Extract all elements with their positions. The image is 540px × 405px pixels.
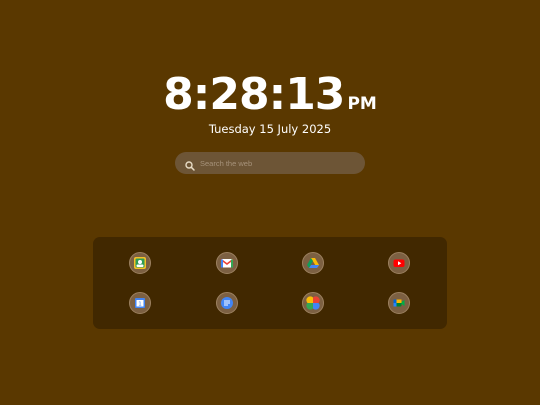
date-label: Tuesday 15 July 2025 [208,122,332,136]
google-calendar-icon: 1 [135,298,145,308]
clock-ampm: PM [347,94,377,114]
search-icon [184,157,196,171]
gmail-icon [220,258,234,268]
shortcut-google-meet[interactable] [388,292,410,314]
google-photos-pinwheel-icon [306,296,320,310]
shortcut-google-drive[interactable] [302,252,324,274]
google-docs-icon [221,297,233,309]
google-meet-icon [393,299,405,307]
clock: 8:28:13 PM [0,70,540,120]
shortcuts-panel: 1 [93,237,447,329]
search-bar[interactable] [175,152,365,174]
shortcut-google-calendar[interactable]: 1 [129,292,151,314]
svg-text:1: 1 [138,302,142,308]
youtube-icon [393,259,405,267]
google-drive-icon [307,258,319,268]
google-photos-icon [134,257,146,269]
clock-time: 8:28:13 [163,69,345,120]
shortcut-youtube[interactable] [388,252,410,274]
shortcut-google-docs[interactable] [216,292,238,314]
shortcut-google-photos-pinwheel[interactable] [302,292,324,314]
shortcut-gmail[interactable] [216,252,238,274]
shortcut-google-photos[interactable] [129,252,151,274]
search-input[interactable] [200,152,355,174]
